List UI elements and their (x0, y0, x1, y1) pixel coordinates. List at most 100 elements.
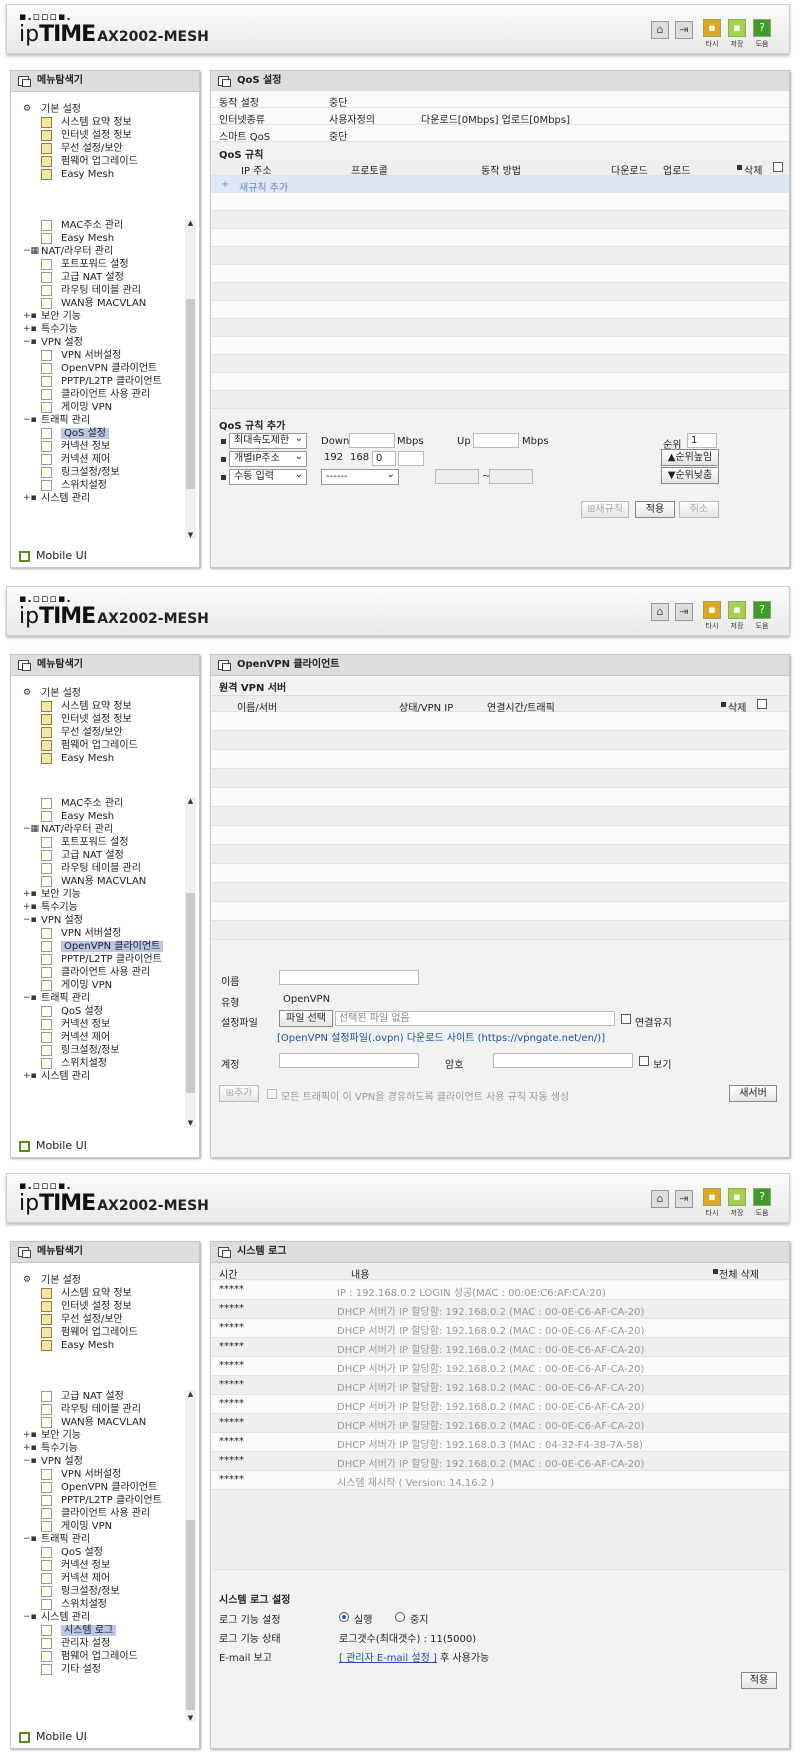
tree-item[interactable]: 링크설정/정보 (23, 466, 162, 479)
tree-system[interactable]: +▪ 시스템 관리 (23, 492, 162, 505)
delete-all-checkbox[interactable] (773, 162, 783, 172)
tree-item[interactable]: VPN 서버설정 (23, 349, 162, 362)
tree-item[interactable]: 시스템 요약 정보 (23, 116, 138, 129)
mobile-ui-link[interactable]: Mobile UI (19, 549, 87, 562)
mobile-ui-link[interactable]: Mobile UI (19, 1139, 87, 1152)
tree-item[interactable]: 커넥션 제어 (23, 453, 162, 466)
tree-item[interactable]: MAC주소 관리 (23, 797, 163, 810)
logout-icon[interactable]: ⇥ (675, 21, 693, 39)
auto-rule-checkbox[interactable] (267, 1089, 277, 1099)
tree-system[interactable]: −▪ 시스템 관리 (23, 1611, 162, 1624)
save-icon[interactable]: ▪ (728, 1188, 746, 1206)
other-icon[interactable]: ▪ (703, 601, 721, 619)
tree-special[interactable]: +▪ 특수기능 (23, 323, 162, 336)
tree-item[interactable]: 포트포워드 설정 (23, 258, 162, 271)
sidebar-scrollbar[interactable]: ▲ ▼ (185, 797, 196, 1127)
tree-nat[interactable]: −▦ NAT/라우터 관리 (23, 823, 163, 836)
tree-item[interactable]: 클라이언트 사용 관리 (23, 1507, 162, 1520)
tree-item[interactable]: 커넥션 제어 (23, 1031, 163, 1044)
tree-item[interactable]: 인터넷 설정 정보 (23, 713, 138, 726)
tree-item[interactable]: Easy Mesh (23, 168, 138, 181)
tree-item[interactable]: WAN용 MACVLAN (23, 297, 162, 310)
tree-basic-settings[interactable]: ⚙ 기본 설정 (23, 103, 138, 116)
ip4-input[interactable] (398, 451, 424, 466)
tree-item[interactable]: VPN 서버설정 (23, 927, 163, 940)
tree-vpn[interactable]: −▪ VPN 설정 (23, 336, 162, 349)
tree-item[interactable]: 라우팅 테이블 관리 (23, 1403, 162, 1416)
tree-special[interactable]: +▪ 특수기능 (23, 1442, 162, 1455)
home-icon[interactable]: ⌂ (651, 603, 669, 621)
account-input[interactable] (279, 1053, 419, 1068)
tree-item[interactable]: Easy Mesh (23, 232, 162, 245)
tree-item[interactable]: PPTP/L2TP 클라이언트 (23, 375, 162, 388)
ip3-input[interactable]: 0 (372, 451, 396, 466)
add-button[interactable]: ⊞추가 (219, 1085, 259, 1102)
priority-input[interactable]: 1 (687, 433, 717, 448)
tree-item[interactable]: 펌웨어 업그레이드 (23, 739, 138, 752)
help-icon[interactable]: ? (753, 601, 771, 619)
tree-item[interactable]: Easy Mesh (23, 1339, 138, 1352)
tree-vpn[interactable]: −▪ VPN 설정 (23, 914, 163, 927)
tree-vpn[interactable]: −▪ VPN 설정 (23, 1455, 162, 1468)
file-select-button[interactable]: 파일 선택 (279, 1010, 333, 1027)
tree-item[interactable]: 라우팅 테이블 관리 (23, 862, 163, 875)
tree-item[interactable]: 시스템 요약 정보 (23, 700, 138, 713)
tree-item[interactable]: Easy Mesh (23, 752, 138, 765)
delete-all-checkbox[interactable] (757, 699, 767, 709)
ip-type-select[interactable]: 개별IP주소 (229, 450, 307, 467)
tree-traffic[interactable]: −▪ 트래픽 관리 (23, 414, 162, 427)
tree-item[interactable]: 게이밍 VPN (23, 979, 163, 992)
port-end-input[interactable] (489, 469, 533, 484)
tree-item[interactable]: 스위치설정 (23, 479, 162, 492)
home-icon[interactable]: ⌂ (651, 21, 669, 39)
admin-email-link[interactable]: [ 관리자 E-mail 설정 ] (339, 1653, 437, 1664)
tree-item[interactable]: QoS 설정 (23, 1546, 162, 1559)
tree-item[interactable]: 포트포워드 설정 (23, 836, 163, 849)
tree-item[interactable]: OpenVPN 클라이언트 (23, 1481, 162, 1494)
tree-item-openvpn-selected[interactable]: OpenVPN 클라이언트 (23, 940, 164, 953)
tree-traffic[interactable]: −▪ 트래픽 관리 (23, 992, 163, 1005)
other-icon[interactable]: ▪ (703, 1188, 721, 1206)
tree-item[interactable]: 링크설정/정보 (23, 1044, 163, 1057)
logout-icon[interactable]: ⇥ (675, 603, 693, 621)
tree-item[interactable]: 펌웨어 업그레이드 (23, 155, 138, 168)
tree-security[interactable]: +▪ 보안 기능 (23, 888, 163, 901)
tree-security[interactable]: +▪ 보안 기능 (23, 310, 162, 323)
tree-item[interactable]: QoS 설정 (23, 1005, 163, 1018)
priority-up-button[interactable]: ▲순위높임 (661, 449, 719, 466)
up-input[interactable] (473, 433, 519, 448)
ip2-input[interactable]: 168 (347, 451, 371, 466)
tree-item-qos-selected[interactable]: QoS 설정 (23, 427, 162, 440)
tree-item[interactable]: VPN 서버설정 (23, 1468, 162, 1481)
tree-security[interactable]: +▪ 보안 기능 (23, 1429, 162, 1442)
help-icon[interactable]: ? (753, 19, 771, 37)
name-input[interactable] (279, 970, 419, 985)
apply-button[interactable]: 적용 (741, 1672, 777, 1689)
log-run-radio[interactable] (339, 1612, 349, 1622)
ovpn-download-link[interactable]: [OpenVPN 설정파일(.ovpn) 다운로드 사이트 (https://v… (277, 1029, 605, 1044)
ip1-input[interactable]: 192 (321, 451, 345, 466)
tree-item[interactable]: 커넥션 정보 (23, 1018, 163, 1031)
tree-item[interactable]: 라우팅 테이블 관리 (23, 284, 162, 297)
tree-item[interactable]: 게이밍 VPN (23, 1520, 162, 1533)
priority-down-button[interactable]: ▼순위낮춤 (661, 467, 719, 484)
tree-item[interactable]: 게이밍 VPN (23, 401, 162, 414)
tree-item[interactable]: PPTP/L2TP 클라이언트 (23, 953, 163, 966)
tree-special[interactable]: +▪ 특수기능 (23, 901, 163, 914)
protocol-mode-select[interactable]: 수동 입력 (229, 468, 307, 485)
tree-item[interactable]: 펌웨어 업그레이드 (23, 1650, 162, 1663)
tree-item[interactable]: 스위치설정 (23, 1598, 162, 1611)
new-rule-button[interactable]: ⊞새규칙 (581, 501, 629, 518)
mobile-ui-link[interactable]: Mobile UI (19, 1730, 87, 1743)
tree-item[interactable]: 고급 NAT 설정 (23, 271, 162, 284)
password-input[interactable] (493, 1053, 633, 1068)
tree-item[interactable]: 인터넷 설정 정보 (23, 129, 138, 142)
log-stop-radio[interactable] (395, 1612, 405, 1622)
tree-item[interactable]: 커넥션 정보 (23, 440, 162, 453)
cancel-button[interactable]: 취소 (679, 501, 719, 518)
tree-item[interactable]: WAN용 MACVLAN (23, 875, 163, 888)
home-icon[interactable]: ⌂ (651, 1190, 669, 1208)
tree-item[interactable]: MAC주소 관리 (23, 219, 162, 232)
tree-basic-settings[interactable]: ⚙ 기본 설정 (23, 687, 138, 700)
tree-item[interactable]: 링크설정/정보 (23, 1585, 162, 1598)
